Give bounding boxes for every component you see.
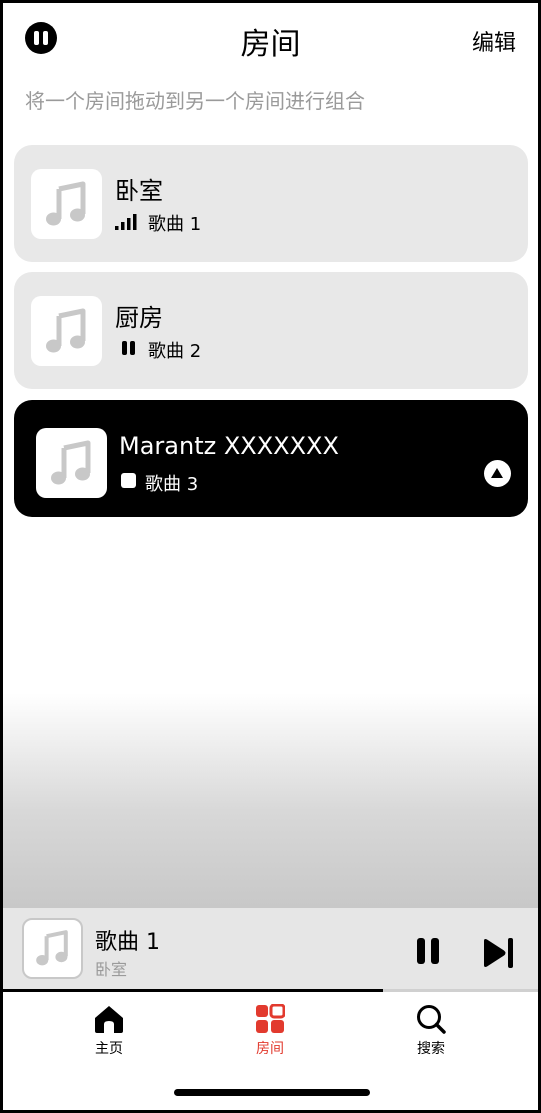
skip-next-icon[interactable] [481,936,515,970]
pause-icon-bar [431,938,439,964]
room-name: 厨房 [115,304,163,332]
rooms-screen: 房间 编辑 将一个房间拖动到另一个房间进行组合 卧室 歌曲 1 厨房 歌曲 2 … [3,3,538,1110]
room-card-kitchen[interactable]: 厨房 歌曲 2 [14,272,528,389]
edit-button[interactable]: 编辑 [472,25,516,57]
album-art [31,296,102,366]
header: 房间 编辑 [3,3,538,78]
expand-up-button[interactable] [484,460,511,487]
home-icon [95,1006,123,1033]
music-note-icon [51,440,91,485]
tab-home[interactable]: 主页 [64,1004,154,1058]
pause-button[interactable] [417,938,441,966]
now-playing-track: 歌曲 1 [95,930,160,955]
signal-bars-icon [115,214,137,230]
tab-label: 房间 [256,1041,284,1057]
tab-label: 主页 [95,1041,123,1057]
album-art [31,169,102,239]
pause-icon [122,341,135,355]
mini-album-art [22,918,83,979]
tab-search[interactable]: 搜索 [386,1004,476,1058]
music-note-icon [46,181,86,226]
room-track: 歌曲 1 [148,214,202,235]
room-card-bedroom[interactable]: 卧室 歌曲 1 [14,145,528,262]
page-title: 房间 [240,27,301,62]
search-icon [417,1005,446,1034]
home-indicator [174,1089,370,1096]
tab-label: 搜索 [417,1041,445,1057]
room-name: Marantz XXXXXXX [119,432,339,460]
rooms-grid-icon [256,1004,285,1033]
stop-icon [121,473,136,488]
background-fade [3,693,538,908]
drag-hint: 将一个房间拖动到另一个房间进行组合 [25,89,365,113]
music-note-icon [46,308,86,353]
music-note-icon [36,930,68,966]
now-playing-room: 卧室 [95,960,128,979]
tab-rooms[interactable]: 房间 [225,1004,315,1058]
pause-icon [417,938,425,964]
room-track: 歌曲 3 [145,474,199,495]
mini-player[interactable]: 歌曲 1 卧室 [3,908,538,990]
room-track: 歌曲 2 [148,341,202,362]
album-art [36,428,107,498]
room-card-marantz[interactable]: Marantz XXXXXXX 歌曲 3 [14,400,528,517]
room-name: 卧室 [115,177,163,205]
